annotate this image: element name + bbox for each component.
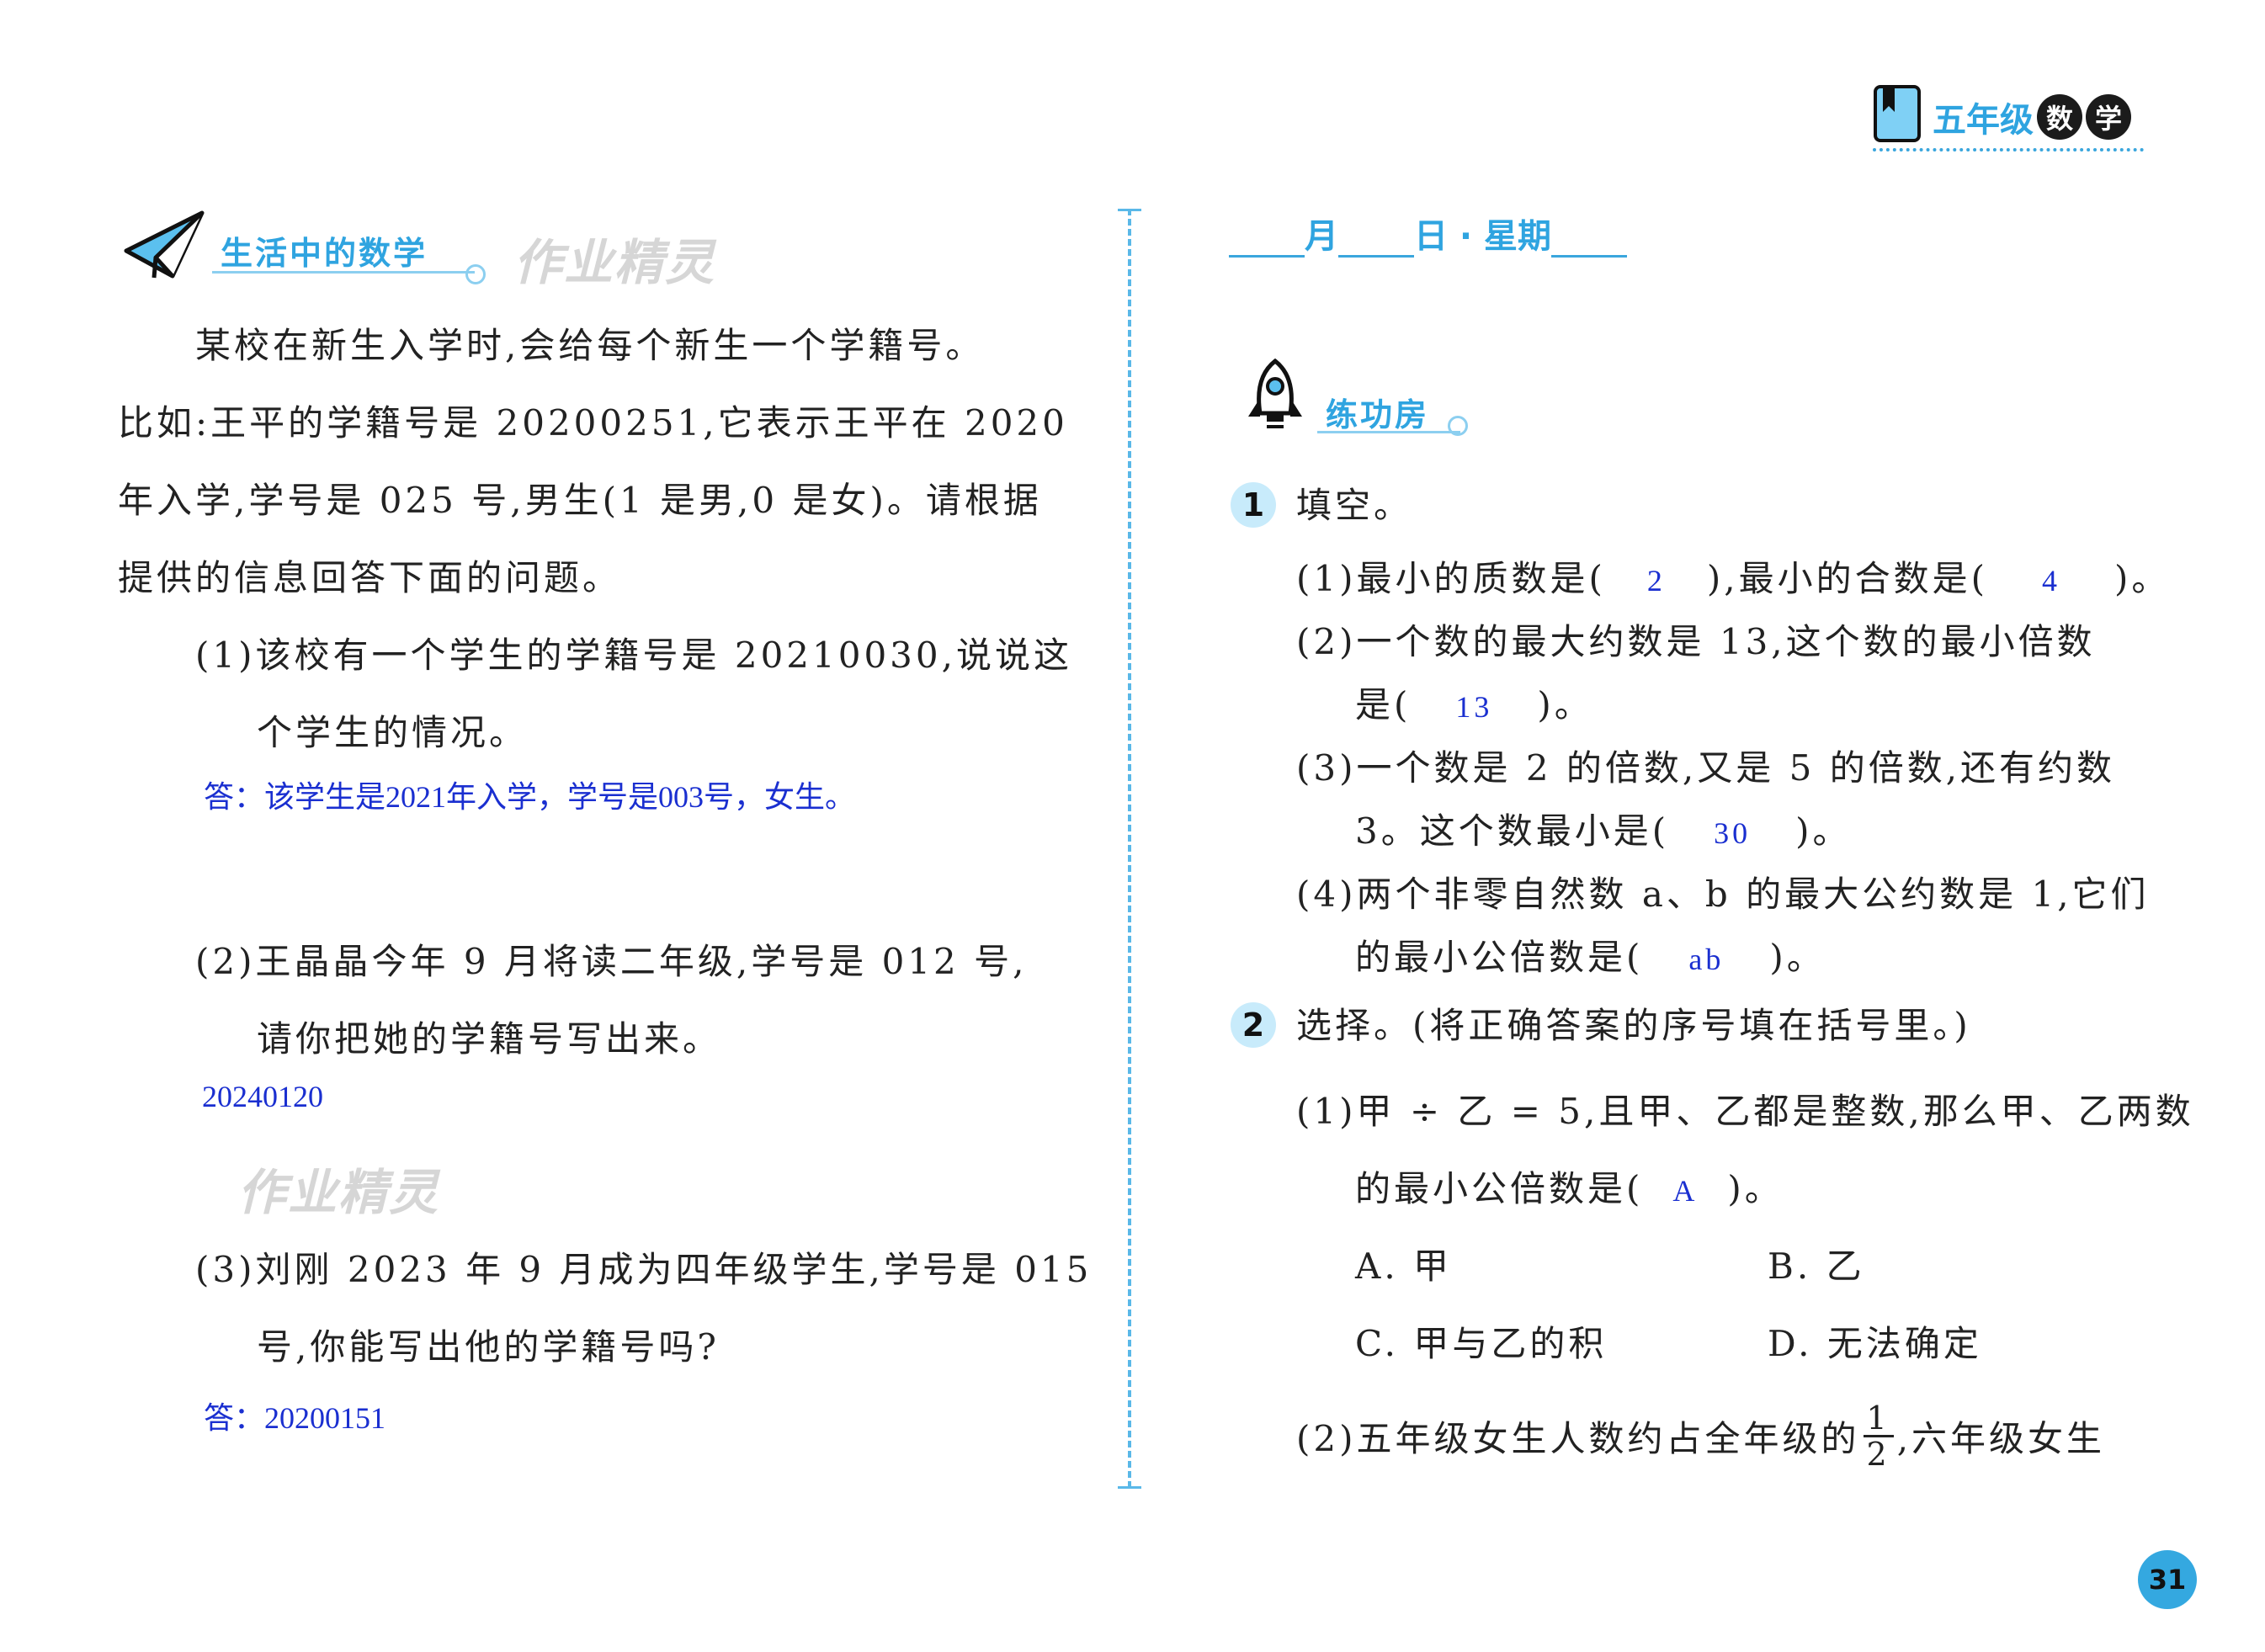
workbook-page: 五年级 数 学 生活中的数学 作业精灵 某校在新生入学时,会给每个新生一个学籍号… — [0, 0, 2265, 1652]
p1-q4-answer: ab — [1688, 943, 1725, 976]
intro-line-2: 比如:王平的学籍号是 20200251,它表示王平在 2020 — [118, 402, 1068, 444]
book-icon — [1873, 84, 1922, 143]
month-label: 月 — [1305, 217, 1338, 256]
intro-line-1: 某校在新生入学时,会给每个新生一个学籍号。 — [195, 325, 985, 366]
practice-circle-deco — [1448, 416, 1468, 436]
problem-2-badge: 2 — [1231, 1002, 1276, 1048]
p1-q3-answer: 30 — [1714, 816, 1752, 850]
p1-q2-answer: 13 — [1455, 690, 1493, 724]
q1-line-1: (1)该校有一个学生的学籍号是 20210030,说说这 — [195, 635, 1072, 676]
page-number: 31 — [2138, 1550, 2197, 1609]
p1-q1-answer-2: 4 — [2042, 564, 2061, 598]
q3-answer: 答：20200151 — [204, 1401, 386, 1435]
p1-q2-line-2: 是(13)。 — [1355, 684, 1593, 725]
day-weekday-label: 日 · 星期 — [1414, 217, 1552, 256]
p1-q1: (1)最小的质数是(2),最小的合数是(4)。 — [1296, 558, 2171, 599]
watermark: 作业精灵 — [513, 234, 716, 291]
grade-label: 五年级 — [1933, 101, 2034, 140]
p1-q4-line-2: 的最小公倍数是(ab)。 — [1355, 937, 1826, 978]
p2-q1-line-2: 的最小公倍数是(A)。 — [1355, 1168, 1784, 1209]
date-line: 月 日 · 星期 — [1229, 209, 1628, 258]
p2-q1-option-c: C. 甲与乙的积 — [1355, 1323, 1608, 1364]
p2-q1-answer: A — [1672, 1174, 1699, 1208]
title-circle-deco — [465, 264, 486, 284]
section-title-practice: 练功房 — [1326, 396, 1430, 433]
month-blank — [1229, 221, 1305, 258]
grade-subject-header: 五年级 数 学 — [1933, 93, 2131, 141]
center-dashed-divider — [1128, 209, 1131, 1488]
p2-q1-option-a: A. 甲 — [1355, 1246, 1453, 1287]
p1-q1-answer-1: 2 — [1646, 564, 1666, 598]
q2-line-1: (2)王晶晶今年 9 月将读二年级,学号是 012 号, — [195, 941, 1028, 982]
title-underline — [212, 271, 475, 274]
problem-1-badge: 1 — [1231, 482, 1276, 528]
divider-cap-bottom — [1118, 1486, 1141, 1489]
intro-line-4: 提供的信息回答下面的问题。 — [118, 557, 622, 598]
q3-line-1: (3)刘刚 2023 年 9 月成为四年级学生,学号是 015 — [195, 1249, 1093, 1290]
problem-1-title: 填空。 — [1296, 485, 1413, 526]
subject-char-1: 数 — [2037, 94, 2082, 140]
p1-q3-line-1: (3)一个数是 2 的倍数,又是 5 的倍数,还有约数 — [1296, 747, 2116, 789]
p2-q1-option-d: D. 无法确定 — [1768, 1323, 1982, 1364]
rocket-icon — [1241, 358, 1309, 437]
p1-q4-line-1: (4)两个非零自然数 a、b 的最大公约数是 1,它们 — [1296, 874, 2150, 915]
q1-answer: 答：该学生是2021年入学，学号是003号，女生。 — [204, 780, 856, 814]
weekday-blank — [1551, 221, 1628, 258]
p2-q1-line-1: (1)甲 ÷ 乙 = 5,且甲、乙都是整数,那么甲、乙两数 — [1296, 1091, 2194, 1132]
paper-plane-icon — [122, 209, 206, 288]
problem-2-title: 选择。(将正确答案的序号填在括号里。) — [1296, 1005, 1971, 1046]
intro-line-3: 年入学,学号是 025 号,男生(1 是男,0 是女)。请根据 — [118, 480, 1042, 521]
p2-q1-option-b: B. 乙 — [1768, 1246, 1865, 1287]
practice-title-underline — [1317, 431, 1460, 433]
watermark-2: 作业精灵 — [237, 1164, 440, 1221]
section-title-life-math: 生活中的数学 — [221, 235, 428, 272]
header-dotted-underline — [1873, 148, 2144, 151]
q2-answer: 20240120 — [202, 1080, 323, 1113]
subject-char-2: 学 — [2086, 94, 2131, 140]
day-blank — [1338, 221, 1414, 258]
p1-q3-line-2: 3。这个数最小是(30)。 — [1355, 810, 1852, 852]
q3-line-2: 号,你能写出他的学籍号吗? — [257, 1326, 720, 1368]
p2-q2-line-1: (2)五年级女生人数约占全年级的 1 2 ,六年级女生 — [1296, 1400, 2106, 1473]
p1-q2-line-1: (2)一个数的最大约数是 13,这个数的最小倍数 — [1296, 621, 2096, 662]
q2-line-2: 请你把她的学籍号写出来。 — [257, 1018, 722, 1060]
fraction-one-half: 1 2 — [1863, 1401, 1894, 1471]
q1-line-2: 个学生的情况。 — [257, 712, 529, 753]
